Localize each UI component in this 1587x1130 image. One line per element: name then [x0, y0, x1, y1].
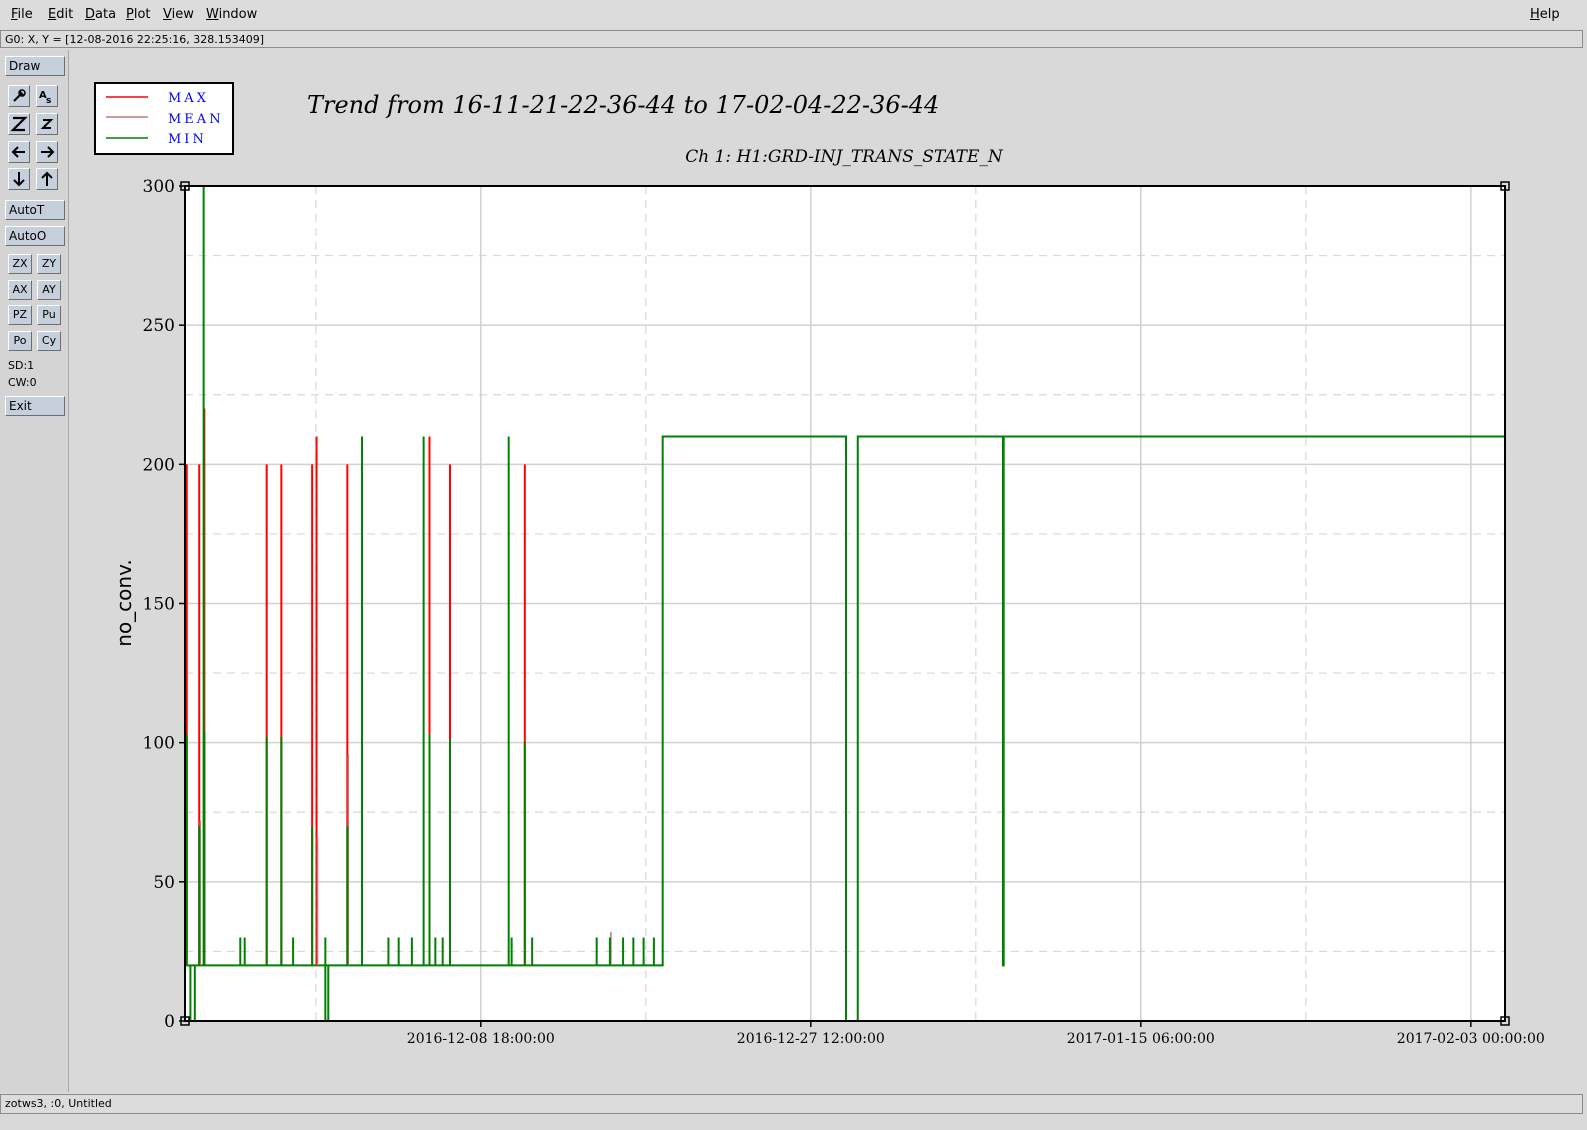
- menu-view[interactable]: View: [163, 7, 194, 22]
- coordinate-readout: G0: X, Y = [12-08-2016 22:25:16, 328.153…: [0, 30, 1583, 48]
- menu-window[interactable]: Window: [206, 7, 257, 22]
- draw-button[interactable]: Draw: [5, 56, 65, 76]
- y-tick-label: 200: [143, 455, 175, 475]
- y-tick-label: 300: [143, 177, 175, 197]
- pz-button[interactable]: PZ: [8, 305, 32, 325]
- menu-bar: File Edit Data Plot View Window Help: [0, 0, 1587, 29]
- menu-file[interactable]: File: [11, 7, 33, 22]
- sd-label: SD:1: [8, 359, 35, 372]
- zy-button[interactable]: ZY: [37, 254, 61, 274]
- po-button[interactable]: Po: [8, 331, 32, 351]
- y-tick-label: 250: [143, 316, 175, 336]
- svg-text:s: s: [46, 96, 51, 106]
- legend-min-label: MIN: [168, 132, 207, 147]
- x-tick-label: 2016-12-27 12:00:00: [737, 1031, 885, 1047]
- zoom-big-icon[interactable]: [8, 113, 30, 135]
- x-tick-label: 2017-02-03 00:00:00: [1397, 1031, 1545, 1047]
- menu-plot[interactable]: Plot: [126, 7, 151, 22]
- chart-title: Trend from 16-11-21-22-36-44 to 17-02-04…: [307, 91, 939, 119]
- y-tick-label: 0: [164, 1012, 175, 1032]
- zx-button[interactable]: ZX: [8, 254, 32, 274]
- y-tick-label: 150: [143, 595, 175, 615]
- arrow-right-icon[interactable]: [36, 141, 58, 163]
- cw-label: CW:0: [8, 376, 37, 389]
- text-tool-icon[interactable]: As: [36, 85, 58, 107]
- y-tick-label: 100: [143, 734, 175, 754]
- autoo-button[interactable]: AutoO: [5, 226, 65, 246]
- cy-button[interactable]: Cy: [37, 331, 61, 351]
- menu-data[interactable]: Data: [85, 7, 116, 22]
- zoom-small-icon[interactable]: [36, 113, 58, 135]
- left-toolbar: Draw As AutoT AutoO ZX ZY AX AY PZ Pu Po…: [0, 50, 69, 1092]
- pointer-icon[interactable]: [8, 85, 30, 107]
- pu-button[interactable]: Pu: [37, 305, 61, 325]
- arrow-left-icon[interactable]: [8, 141, 30, 163]
- exit-button[interactable]: Exit: [5, 396, 65, 416]
- legend-max-label: MAX: [168, 91, 209, 106]
- x-tick-label: 2016-12-08 18:00:00: [407, 1031, 555, 1047]
- x-tick-label: 2017-01-15 06:00:00: [1067, 1031, 1215, 1047]
- chart-area[interactable]: MAX MEAN MIN Trend from 16-11-21-22-36-4…: [68, 50, 1583, 1090]
- ay-button[interactable]: AY: [37, 280, 61, 300]
- window-status-bar: zotws3, :0, Untitled: [0, 1094, 1583, 1114]
- arrow-down-icon[interactable]: [8, 168, 30, 190]
- autot-button[interactable]: AutoT: [5, 200, 65, 220]
- y-axis-label: no_conv.: [112, 559, 136, 646]
- ax-button[interactable]: AX: [8, 280, 32, 300]
- legend-mean-label: MEAN: [168, 112, 224, 127]
- y-tick-label: 50: [153, 873, 175, 893]
- arrow-up-icon[interactable]: [36, 168, 58, 190]
- chart-subtitle: Ch 1: H1:GRD-INJ_TRANS_STATE_N: [685, 147, 1004, 167]
- menu-help[interactable]: Help: [1530, 7, 1560, 22]
- menu-edit[interactable]: Edit: [48, 7, 73, 22]
